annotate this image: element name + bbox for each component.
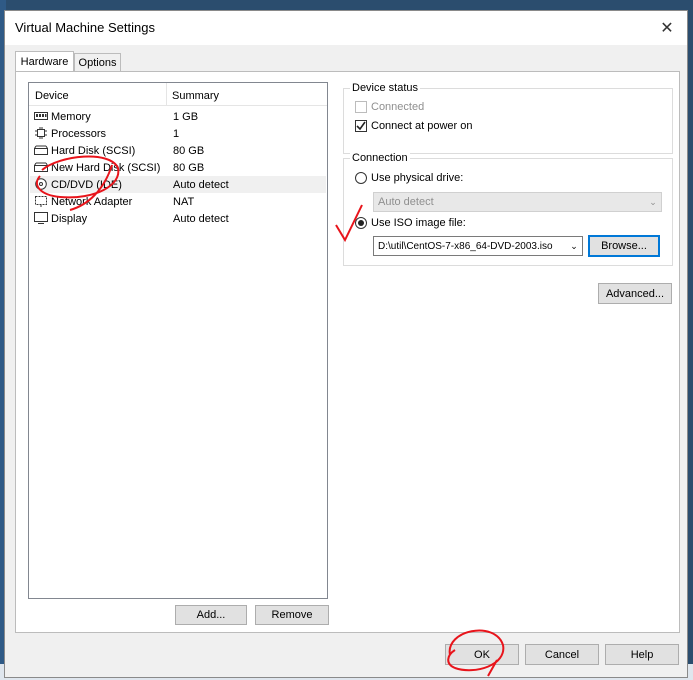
physical-drive-select[interactable]: Auto detect ⌄	[373, 192, 662, 212]
physical-drive-value: Auto detect	[378, 196, 434, 208]
device-name: Hard Disk (SCSI)	[51, 145, 136, 157]
hard-disk-icon	[34, 161, 48, 173]
use-physical-drive-radio[interactable]	[355, 172, 367, 184]
hardware-panel: Device Summary Memory 1 GB Processors 1	[15, 71, 680, 633]
device-name: Memory	[51, 111, 91, 123]
hard-disk-icon	[34, 144, 48, 156]
device-summary: 1 GB	[173, 111, 199, 123]
column-header-summary[interactable]: Summary	[172, 90, 219, 102]
iso-path-combobox[interactable]: D:\util\CentOS-7-x86_64-DVD-2003.iso ⌄	[373, 236, 583, 256]
close-button[interactable]: ✕	[647, 11, 687, 45]
advanced-button[interactable]: Advanced...	[598, 283, 672, 304]
tab-options[interactable]: Options	[74, 53, 121, 71]
device-name: Network Adapter	[51, 196, 133, 208]
device-row-new-hard-disk[interactable]: New Hard Disk (SCSI) 80 GB	[30, 159, 326, 176]
checkmark-icon	[356, 121, 366, 131]
add-button[interactable]: Add...	[175, 605, 247, 625]
remove-button[interactable]: Remove	[255, 605, 329, 625]
device-name: New Hard Disk (SCSI)	[51, 162, 161, 174]
device-row-memory[interactable]: Memory 1 GB	[30, 108, 326, 125]
connected-label: Connected	[371, 101, 425, 113]
browse-button[interactable]: Browse...	[588, 235, 660, 257]
cd-dvd-icon	[34, 178, 48, 190]
device-row-processors[interactable]: Processors 1	[30, 125, 326, 142]
device-summary: 1	[173, 128, 180, 140]
tab-options-label: Options	[78, 56, 117, 69]
tab-hardware[interactable]: Hardware	[15, 51, 74, 71]
device-list[interactable]: Device Summary Memory 1 GB Processors 1	[28, 82, 328, 599]
use-iso-image-label: Use ISO image file:	[371, 217, 466, 229]
title-bar: Virtual Machine Settings ✕	[5, 11, 687, 45]
window-title: Virtual Machine Settings	[15, 20, 155, 35]
device-row-network-adapter[interactable]: Network Adapter NAT	[30, 193, 326, 210]
device-summary: Auto detect	[173, 179, 229, 191]
device-row-hard-disk[interactable]: Hard Disk (SCSI) 80 GB	[30, 142, 326, 159]
use-iso-image-radio[interactable]	[355, 217, 367, 229]
chevron-down-icon: ⌄	[649, 196, 657, 207]
device-name: Processors	[51, 128, 107, 140]
device-summary: NAT	[173, 196, 195, 208]
connect-at-power-on-label: Connect at power on	[371, 120, 473, 132]
iso-path-value: D:\util\CentOS-7-x86_64-DVD-2003.iso	[378, 240, 553, 252]
device-list-header: Device Summary	[29, 83, 327, 106]
device-row-display[interactable]: Display Auto detect	[30, 210, 326, 227]
connect-at-power-on-checkbox[interactable]	[355, 120, 367, 132]
column-separator[interactable]	[166, 83, 167, 105]
display-icon	[34, 212, 48, 224]
cancel-button[interactable]: Cancel	[525, 644, 599, 665]
device-name: Display	[51, 213, 88, 225]
device-name: CD/DVD (IDE)	[51, 179, 122, 191]
device-row-cd-dvd[interactable]: CD/DVD (IDE) Auto detect	[30, 176, 326, 193]
close-icon: ✕	[660, 20, 674, 37]
use-physical-drive-label: Use physical drive:	[371, 172, 464, 184]
connected-checkbox[interactable]	[355, 101, 367, 113]
device-summary: 80 GB	[173, 145, 205, 157]
memory-icon	[34, 110, 48, 122]
chevron-down-icon: ⌄	[570, 240, 578, 251]
tab-hardware-label: Hardware	[20, 55, 69, 68]
device-status-group: Device status Connected Connect at power…	[343, 82, 673, 154]
column-header-device[interactable]: Device	[35, 90, 69, 102]
device-summary: Auto detect	[173, 213, 229, 225]
ok-button[interactable]: OK	[445, 644, 519, 665]
vm-settings-dialog: Virtual Machine Settings ✕ Hardware Opti…	[4, 10, 688, 678]
device-status-title: Device status	[350, 82, 421, 94]
radio-selected-dot	[358, 220, 364, 226]
processor-icon	[34, 127, 48, 139]
device-summary: 80 GB	[173, 162, 205, 174]
connection-title: Connection	[350, 152, 410, 164]
network-icon	[34, 195, 48, 207]
connection-group: Connection Use physical drive: Auto dete…	[343, 152, 673, 266]
help-button[interactable]: Help	[605, 644, 679, 665]
